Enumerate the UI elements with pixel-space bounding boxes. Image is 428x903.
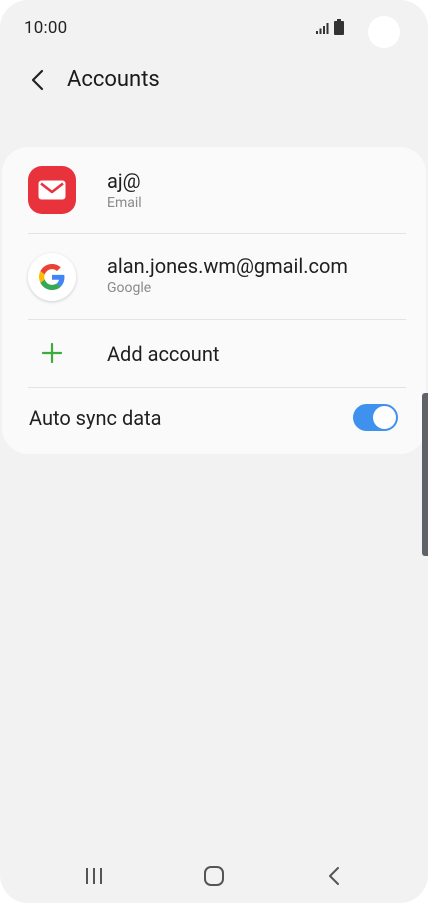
envelope-icon [38, 180, 66, 200]
google-icon [28, 253, 76, 301]
account-row-google[interactable]: alan.jones.wm@gmail.com Google [2, 233, 426, 319]
signal-icon [316, 23, 329, 34]
accounts-card: aj@ Email alan.jones.wm@gmail.com Google… [2, 147, 426, 454]
account-row-email[interactable]: aj@ Email [2, 147, 426, 233]
page-title: Accounts [67, 67, 160, 92]
plus-icon [41, 342, 63, 364]
account-name: alan.jones.wm@gmail.com [107, 254, 348, 278]
chevron-left-icon [31, 69, 44, 91]
recents-button[interactable] [74, 862, 114, 890]
navigation-bar [0, 848, 428, 903]
auto-sync-toggle[interactable] [353, 404, 398, 431]
phone-screen: 10:00 Accounts aj@ Email alan.jones.wm@g… [0, 0, 428, 903]
camera-cutout [368, 16, 400, 48]
status-time: 10:00 [24, 18, 68, 38]
account-type: Email [107, 195, 142, 211]
account-type: Google [107, 280, 152, 296]
add-account-row[interactable]: Add account [2, 319, 426, 387]
email-icon [28, 166, 76, 214]
home-icon [204, 866, 224, 886]
account-name: aj@ [107, 169, 141, 193]
auto-sync-row[interactable]: Auto sync data [2, 387, 426, 454]
battery-icon [334, 19, 344, 35]
scroll-handle[interactable] [422, 393, 428, 556]
home-button[interactable] [194, 862, 234, 890]
recents-icon [86, 868, 102, 884]
google-logo [39, 264, 65, 290]
nav-back-button[interactable] [314, 862, 354, 890]
auto-sync-label: Auto sync data [29, 406, 162, 430]
status-bar: 10:00 [0, 0, 428, 56]
app-bar: Accounts [0, 56, 428, 106]
toggle-knob [373, 406, 396, 429]
back-icon [329, 867, 339, 885]
back-button[interactable] [24, 66, 52, 94]
add-account-label: Add account [107, 342, 220, 366]
